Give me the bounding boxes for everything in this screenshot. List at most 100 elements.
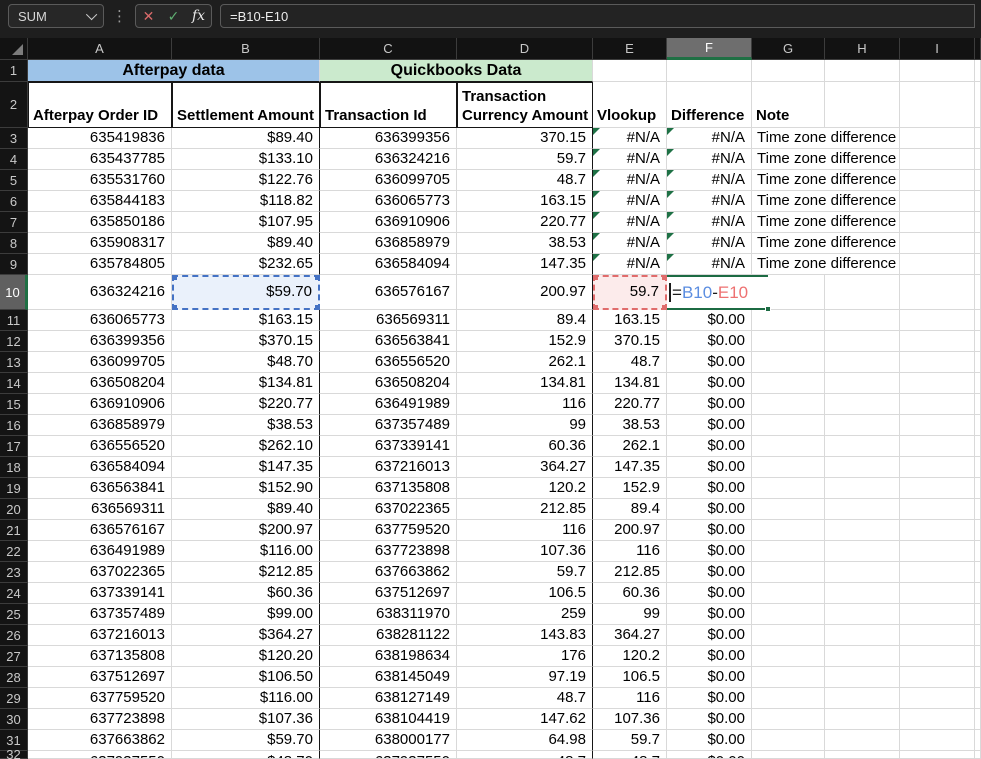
cell-E1[interactable] — [593, 60, 667, 82]
cell-C7[interactable]: 636910906 — [320, 212, 457, 233]
cell-F5[interactable]: #N/A — [667, 170, 752, 191]
cell-D10[interactable]: 200.97 — [457, 275, 593, 310]
cell-I27[interactable] — [900, 646, 975, 667]
cell-H16[interactable] — [825, 415, 900, 436]
cell-H2[interactable] — [825, 82, 900, 128]
row-header-16[interactable]: 16 — [0, 415, 28, 436]
cell-A24[interactable]: 637339141 — [28, 583, 172, 604]
cell-I7[interactable] — [900, 212, 975, 233]
cell-G16[interactable] — [752, 415, 825, 436]
cell-F27[interactable]: $0.00 — [667, 646, 752, 667]
cell-I20[interactable] — [900, 499, 975, 520]
cell-F24[interactable]: $0.00 — [667, 583, 752, 604]
cell-B7[interactable]: $107.95 — [172, 212, 320, 233]
column-header-G[interactable]: G — [752, 38, 825, 60]
cell-A6[interactable]: 635844183 — [28, 191, 172, 212]
cell-I23[interactable] — [900, 562, 975, 583]
cancel-icon[interactable]: ✕ — [136, 5, 161, 27]
row-header-8[interactable]: 8 — [0, 233, 28, 254]
cell-I28[interactable] — [900, 667, 975, 688]
column-header-H[interactable]: H — [825, 38, 900, 60]
cell-E19[interactable]: 152.9 — [593, 478, 667, 499]
cell-B31[interactable]: $59.70 — [172, 730, 320, 751]
row-header-27[interactable]: 27 — [0, 646, 28, 667]
cell-E27[interactable]: 120.2 — [593, 646, 667, 667]
cell-C10[interactable]: 636576167 — [320, 275, 457, 310]
cell-D15[interactable]: 116 — [457, 394, 593, 415]
cell-A17[interactable]: 636556520 — [28, 436, 172, 457]
row-header-15[interactable]: 15 — [0, 394, 28, 415]
row-header-23[interactable]: 23 — [0, 562, 28, 583]
cell-E14[interactable]: 134.81 — [593, 373, 667, 394]
cell-F2-title[interactable]: Difference — [667, 82, 752, 128]
cell-B9[interactable]: $232.65 — [172, 254, 320, 275]
cell-D7[interactable]: 220.77 — [457, 212, 593, 233]
in-cell-formula-editor[interactable]: =B10-E10 — [667, 275, 768, 310]
cell-E24[interactable]: 60.36 — [593, 583, 667, 604]
cell-A7[interactable]: 635850186 — [28, 212, 172, 233]
cell-F32[interactable]: $0.00 — [667, 751, 752, 759]
row-header-17[interactable]: 17 — [0, 436, 28, 457]
cell-I8[interactable] — [900, 233, 975, 254]
cell-G30[interactable] — [752, 709, 825, 730]
cell-A4[interactable]: 635437785 — [28, 149, 172, 170]
cell-F7[interactable]: #N/A — [667, 212, 752, 233]
cell-G18[interactable] — [752, 457, 825, 478]
cell-H12[interactable] — [825, 331, 900, 352]
row-header-9[interactable]: 9 — [0, 254, 28, 275]
cell-G21[interactable] — [752, 520, 825, 541]
cell-C9[interactable]: 636584094 — [320, 254, 457, 275]
cell-A22[interactable]: 636491989 — [28, 541, 172, 562]
cell-G23[interactable] — [752, 562, 825, 583]
cell-F19[interactable]: $0.00 — [667, 478, 752, 499]
cell-C17[interactable]: 637339141 — [320, 436, 457, 457]
cell-I16[interactable] — [900, 415, 975, 436]
cell-E12[interactable]: 370.15 — [593, 331, 667, 352]
cell-E20[interactable]: 89.4 — [593, 499, 667, 520]
cell-H1[interactable] — [825, 60, 900, 82]
cell-F3[interactable]: #N/A — [667, 128, 752, 149]
cell-F16[interactable]: $0.00 — [667, 415, 752, 436]
cell-G14[interactable] — [752, 373, 825, 394]
cell-G3[interactable]: Time zone difference — [752, 128, 900, 149]
cell-C18[interactable]: 637216013 — [320, 457, 457, 478]
cell-C11[interactable]: 636569311 — [320, 310, 457, 331]
cell-I19[interactable] — [900, 478, 975, 499]
cell-F31[interactable]: $0.00 — [667, 730, 752, 751]
cell-D4[interactable]: 59.7 — [457, 149, 593, 170]
row-header-14[interactable]: 14 — [0, 373, 28, 394]
cell-A12[interactable]: 636399356 — [28, 331, 172, 352]
cell-B20[interactable]: $89.40 — [172, 499, 320, 520]
cell-D2-title[interactable]: Transaction Currency Amount — [457, 82, 593, 128]
cell-F26[interactable]: $0.00 — [667, 625, 752, 646]
cell-B5[interactable]: $122.76 — [172, 170, 320, 191]
row-header-20[interactable]: 20 — [0, 499, 28, 520]
cell-F29[interactable]: $0.00 — [667, 688, 752, 709]
cell-C22[interactable]: 637723898 — [320, 541, 457, 562]
cell-E13[interactable]: 48.7 — [593, 352, 667, 373]
cell-G12[interactable] — [752, 331, 825, 352]
cell-H21[interactable] — [825, 520, 900, 541]
cell-H20[interactable] — [825, 499, 900, 520]
cell-A18[interactable]: 636584094 — [28, 457, 172, 478]
cell-B19[interactable]: $152.90 — [172, 478, 320, 499]
column-header-B[interactable]: B — [172, 38, 320, 60]
cell-C14[interactable]: 636508204 — [320, 373, 457, 394]
cell-B14[interactable]: $134.81 — [172, 373, 320, 394]
cell-E21[interactable]: 200.97 — [593, 520, 667, 541]
cell-D26[interactable]: 143.83 — [457, 625, 593, 646]
cell-A13[interactable]: 636099705 — [28, 352, 172, 373]
cell-G1[interactable] — [752, 60, 825, 82]
cell-B27[interactable]: $120.20 — [172, 646, 320, 667]
cell-C24[interactable]: 637512697 — [320, 583, 457, 604]
cell-H14[interactable] — [825, 373, 900, 394]
cell-D32[interactable]: 48.7 — [457, 751, 593, 759]
cell-F18[interactable]: $0.00 — [667, 457, 752, 478]
cell-G13[interactable] — [752, 352, 825, 373]
cell-C4[interactable]: 636324216 — [320, 149, 457, 170]
cell-D25[interactable]: 259 — [457, 604, 593, 625]
cell-A29[interactable]: 637759520 — [28, 688, 172, 709]
cell-A20[interactable]: 636569311 — [28, 499, 172, 520]
row-header-32[interactable]: 32 — [0, 751, 28, 759]
cell-D5[interactable]: 48.7 — [457, 170, 593, 191]
